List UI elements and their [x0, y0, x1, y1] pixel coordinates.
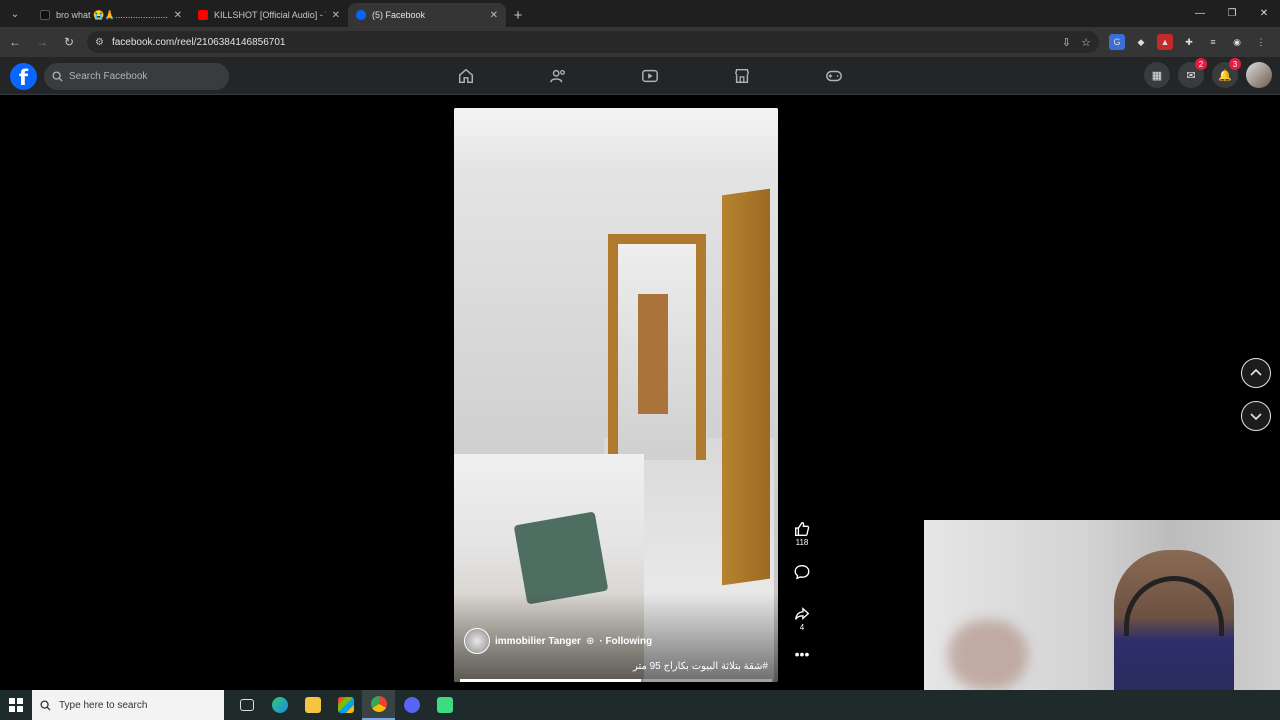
- taskbar-apps: [230, 690, 461, 720]
- reel-owner[interactable]: immobilier Tanger ⊕ · Following: [464, 628, 652, 654]
- home-icon[interactable]: [420, 57, 512, 95]
- search-icon: [40, 699, 51, 711]
- messenger-badge: 2: [1195, 58, 1207, 70]
- close-window-icon[interactable]: ✕: [1248, 0, 1280, 27]
- facebook-logo[interactable]: f: [10, 63, 37, 90]
- comment-icon: [794, 565, 810, 580]
- tab-title: (5) Facebook: [372, 10, 426, 20]
- forward-icon[interactable]: →: [30, 30, 54, 54]
- file-explorer-icon[interactable]: [296, 690, 329, 720]
- comment-action[interactable]: [793, 563, 811, 581]
- owner-avatar[interactable]: [464, 628, 490, 654]
- tab-tiktok[interactable]: bro what 😭🙏........................#fy ✕: [32, 3, 190, 27]
- account-avatar[interactable]: [1246, 62, 1272, 88]
- browser-tab-strip: ⌄ bro what 😭🙏........................#fy…: [0, 0, 1280, 27]
- browser-toolbar: ← → ↻ ⚙ facebook.com/reel/21063841468567…: [0, 27, 1280, 57]
- globe-icon: ⊕: [585, 635, 595, 647]
- chrome-icon[interactable]: [362, 690, 395, 720]
- next-reel-button[interactable]: [1241, 401, 1271, 431]
- reel-progress-fill: [460, 679, 641, 682]
- like-action[interactable]: 118: [793, 520, 811, 547]
- url-text: facebook.com/reel/2106384146856701: [111, 36, 286, 48]
- address-bar[interactable]: ⚙ facebook.com/reel/2106384146856701 ⇩ ☆: [87, 31, 1099, 53]
- close-tab-icon[interactable]: ✕: [490, 10, 498, 21]
- marketplace-icon[interactable]: [696, 57, 788, 95]
- reel-scroll-nav: [1241, 358, 1271, 431]
- like-count: 118: [795, 538, 809, 547]
- search-placeholder: Search Facebook: [69, 71, 148, 82]
- notifications-bell-icon[interactable]: 🔔 3: [1212, 58, 1241, 88]
- menu-grid-icon[interactable]: ▦: [1144, 62, 1170, 88]
- new-tab-button[interactable]: +: [506, 3, 530, 27]
- back-icon[interactable]: ←: [3, 30, 27, 54]
- owner-name[interactable]: immobilier Tanger: [495, 636, 581, 647]
- task-view-icon[interactable]: [230, 690, 263, 720]
- bookmark-star-icon[interactable]: ☆: [1081, 36, 1091, 49]
- facebook-favicon-icon: [356, 10, 366, 20]
- following-label[interactable]: · Following: [599, 636, 652, 647]
- facebook-search-input[interactable]: Search Facebook: [44, 63, 229, 90]
- tab-facebook[interactable]: (5) Facebook ✕: [348, 3, 506, 27]
- facebook-right-controls: ▦ ✉ 2 🔔 3: [1144, 58, 1272, 88]
- browser-menu-icon[interactable]: ⋮: [1253, 34, 1269, 50]
- video-icon[interactable]: [604, 57, 696, 95]
- extensions-area: G ◆ ▲ ✚ ≡ ◉ ⋮: [1109, 34, 1269, 50]
- previous-reel-button[interactable]: [1241, 358, 1271, 388]
- window-controls: — ❐ ✕: [1184, 0, 1280, 27]
- windows-start-icon[interactable]: [0, 690, 32, 720]
- diamond-extension-icon[interactable]: ◆: [1133, 34, 1149, 50]
- search-icon: [52, 71, 63, 82]
- store-icon[interactable]: [329, 690, 362, 720]
- tab-title: bro what 😭🙏........................#fy: [56, 9, 168, 20]
- tab-title: KILLSHOT [Official Audio] - You: [214, 10, 326, 20]
- profile-icon[interactable]: ◉: [1229, 34, 1245, 50]
- puzzle-extensions-icon[interactable]: ✚: [1181, 34, 1197, 50]
- facebook-header: f Search Facebook ▦ ✉ 2 🔔 3: [0, 57, 1280, 95]
- install-app-icon[interactable]: ⇩: [1062, 36, 1071, 49]
- reel-progress-bar[interactable]: [460, 679, 772, 682]
- tiktok-favicon-icon: [40, 10, 50, 20]
- reel-stage: immobilier Tanger ⊕ · Following #شقة بتل…: [0, 96, 1280, 690]
- share-icon: [795, 607, 810, 621]
- edge-icon[interactable]: [263, 690, 296, 720]
- like-thumb-icon: [795, 522, 810, 536]
- close-tab-icon[interactable]: ✕: [332, 10, 340, 21]
- minimize-icon[interactable]: —: [1184, 0, 1216, 27]
- reel-caption: #شقة بتلاثة البيوت بكاراج 95 متر: [632, 661, 768, 672]
- friends-icon[interactable]: [512, 57, 604, 95]
- media-controls-icon[interactable]: ≡: [1205, 34, 1221, 50]
- gaming-icon[interactable]: [788, 57, 880, 95]
- chevron-down-icon: [1250, 413, 1262, 421]
- reload-icon[interactable]: ↻: [57, 30, 81, 54]
- pdf-extension-icon[interactable]: ▲: [1157, 34, 1173, 50]
- android-studio-icon[interactable]: [428, 690, 461, 720]
- site-info-icon[interactable]: ⚙: [95, 37, 104, 48]
- translate-extension-icon[interactable]: G: [1109, 34, 1125, 50]
- notifications-badge: 3: [1229, 58, 1241, 70]
- tab-youtube[interactable]: KILLSHOT [Official Audio] - You ✕: [190, 3, 348, 27]
- restore-icon[interactable]: ❐: [1216, 0, 1248, 27]
- taskbar-search-input[interactable]: Type here to search: [32, 690, 224, 720]
- youtube-favicon-icon: [198, 10, 208, 20]
- taskbar-search-placeholder: Type here to search: [59, 699, 148, 711]
- reel-actions: 118 4 •••: [788, 520, 816, 662]
- windows-taskbar: Type here to search: [0, 690, 1280, 720]
- more-options-icon[interactable]: •••: [795, 646, 810, 662]
- share-count: 4: [799, 623, 805, 632]
- tab-search-button[interactable]: ⌄: [4, 3, 26, 25]
- reel-video[interactable]: immobilier Tanger ⊕ · Following #شقة بتل…: [454, 108, 778, 682]
- chevron-up-icon: [1250, 368, 1262, 376]
- facebook-main-nav: [420, 57, 880, 95]
- discord-icon[interactable]: [395, 690, 428, 720]
- close-tab-icon[interactable]: ✕: [174, 10, 182, 21]
- webcam-overlay: [924, 520, 1280, 690]
- share-action[interactable]: 4: [793, 605, 811, 632]
- messenger-icon[interactable]: ✉ 2: [1178, 58, 1207, 88]
